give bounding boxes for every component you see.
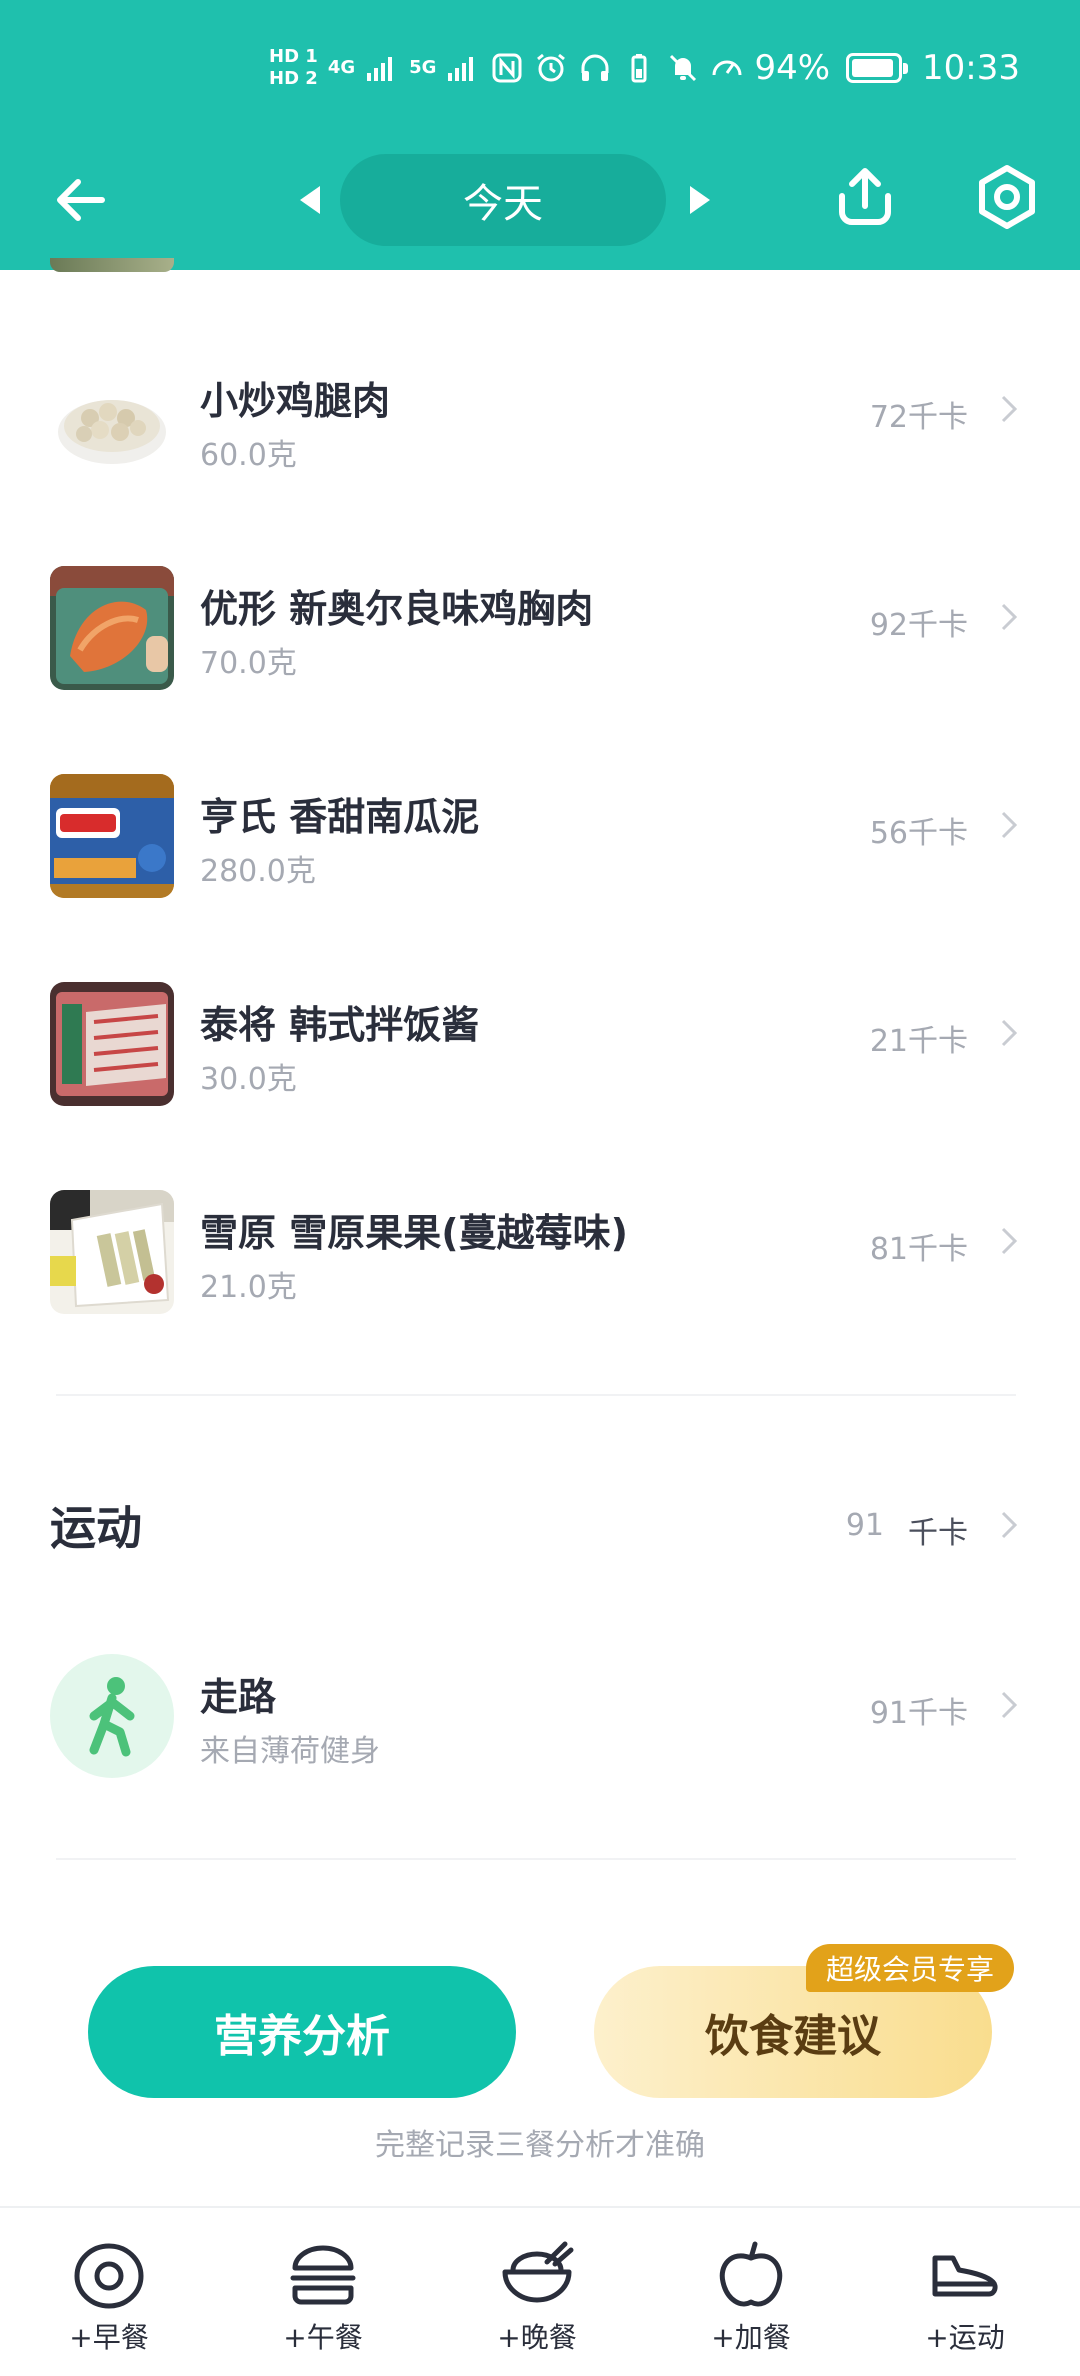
- food-name: 小炒鸡腿肉: [200, 379, 391, 423]
- add-lunch-button[interactable]: +午餐: [248, 2238, 398, 2358]
- shoe-icon: [927, 2238, 1003, 2310]
- food-calories: 81千卡: [869, 1232, 968, 1267]
- mute-icon: [666, 51, 700, 85]
- next-day-button[interactable]: [690, 186, 710, 214]
- tab-label: +午餐: [283, 2321, 363, 2354]
- clock: 10:33: [922, 48, 1020, 88]
- exercise-source: 来自薄荷健身: [200, 1734, 380, 1769]
- apple-icon: [713, 2238, 789, 2310]
- nutrition-analysis-button[interactable]: 营养分析: [88, 1966, 516, 2098]
- food-thumbnail: [50, 358, 174, 482]
- food-amount: 21.0克: [200, 1270, 297, 1305]
- food-name: 雪原 雪原果果(蔓越莓味): [200, 1211, 628, 1255]
- top-bar: 今天: [0, 150, 1080, 250]
- chevron-right-icon: [1000, 394, 1018, 424]
- upload-icon: [839, 168, 891, 225]
- food-thumbnail: [50, 1190, 174, 1314]
- headphones-icon: [578, 51, 612, 85]
- arrow-left-icon: [57, 179, 105, 221]
- food-calories: 56千卡: [869, 816, 968, 851]
- section-divider: [56, 1858, 1016, 1860]
- add-snack-button[interactable]: +加餐: [676, 2238, 826, 2358]
- tab-label: +晚餐: [497, 2321, 577, 2354]
- analysis-hint: 完整记录三餐分析才准确: [375, 2128, 705, 2163]
- food-row[interactable]: 亨氏 香甜南瓜泥 280.0克 56千卡: [0, 746, 1080, 926]
- chevron-right-icon: [1000, 602, 1018, 632]
- exercise-calories: 91千卡: [869, 1696, 968, 1731]
- back-button[interactable]: [50, 168, 114, 232]
- food-thumbnail: [50, 566, 174, 690]
- share-button[interactable]: [830, 162, 900, 232]
- food-name: 亨氏 香甜南瓜泥: [200, 795, 480, 839]
- app-header: HD 1 HD 2 4G 5G 94% 10:33 今天: [0, 0, 1080, 270]
- food-row[interactable]: 泰将 韩式拌饭酱 30.0克 21千卡: [0, 954, 1080, 1134]
- food-calories: 21千卡: [869, 1024, 968, 1059]
- exercise-name: 走路: [200, 1675, 277, 1719]
- egg-icon: [71, 2238, 147, 2310]
- signal-icon: [365, 51, 399, 85]
- battery-saver-icon: [622, 51, 656, 85]
- signal-icon: [446, 51, 480, 85]
- add-dinner-button[interactable]: +晚餐: [462, 2238, 612, 2358]
- chevron-right-icon: [1000, 810, 1018, 840]
- food-name: 泰将 韩式拌饭酱: [200, 1003, 480, 1047]
- burger-icon: [285, 2238, 361, 2310]
- tab-label: +加餐: [711, 2321, 791, 2354]
- bowl-icon: [499, 2238, 575, 2310]
- date-selector[interactable]: 今天: [340, 154, 666, 246]
- hd2-label: HD 2: [269, 68, 318, 89]
- hexagon-settings-icon: [979, 165, 1035, 229]
- food-amount: 280.0克: [200, 854, 316, 889]
- alarm-icon: [534, 51, 568, 85]
- battery-icon: [846, 53, 909, 83]
- food-amount: 30.0克: [200, 1062, 297, 1097]
- previous-item-thumbnail: [50, 258, 174, 272]
- bottom-action-bar: +早餐 +午餐 +晚餐 +加餐 +运动: [0, 2206, 1080, 2376]
- settings-button[interactable]: [974, 164, 1040, 230]
- section-divider: [56, 1394, 1016, 1396]
- food-row[interactable]: 小炒鸡腿肉 60.0克 72千卡: [0, 330, 1080, 510]
- exercise-total-value: 91: [845, 1508, 884, 1543]
- food-row[interactable]: 优形 新奥尔良味鸡胸肉 70.0克 92千卡: [0, 538, 1080, 718]
- food-amount: 60.0克: [200, 438, 297, 473]
- food-name: 优形 新奥尔良味鸡胸肉: [200, 587, 594, 631]
- date-navigator: 今天: [300, 154, 710, 246]
- add-breakfast-button[interactable]: +早餐: [34, 2238, 184, 2358]
- food-amount: 70.0克: [200, 646, 297, 681]
- food-calories: 92千卡: [869, 608, 968, 643]
- add-exercise-button[interactable]: +运动: [890, 2238, 1040, 2358]
- food-thumbnail: [50, 982, 174, 1106]
- speed-icon: [710, 51, 744, 85]
- food-thumbnail: [50, 774, 174, 898]
- exercise-section-title: 运动: [50, 1501, 142, 1555]
- walking-icon: [50, 1654, 174, 1778]
- tab-label: +运动: [925, 2321, 1005, 2354]
- battery-percent: 94%: [754, 48, 831, 88]
- hd-indicators: HD 1 HD 2: [269, 48, 318, 88]
- sim2-type: 5G: [409, 57, 437, 78]
- hd1-label: HD 1: [269, 46, 318, 67]
- tab-label: +早餐: [69, 2321, 149, 2354]
- food-row[interactable]: 雪原 雪原果果(蔓越莓味) 21.0克 81千卡: [0, 1162, 1080, 1342]
- chevron-right-icon: [1000, 1226, 1018, 1256]
- food-calories: 72千卡: [869, 400, 968, 435]
- status-bar: HD 1 HD 2 4G 5G 94% 10:33: [269, 48, 1020, 89]
- chevron-right-icon: [1000, 1510, 1018, 1540]
- chevron-right-icon: [1000, 1018, 1018, 1048]
- sim1-type: 4G: [327, 57, 356, 78]
- exercise-total-unit: 千卡: [908, 1516, 968, 1551]
- vip-badge: 超级会员专享: [806, 1944, 1015, 1992]
- exercise-total[interactable]: 91 千卡: [846, 1508, 968, 1552]
- nfc-icon: [490, 51, 524, 85]
- prev-day-button[interactable]: [300, 186, 320, 214]
- chevron-right-icon: [1000, 1690, 1018, 1720]
